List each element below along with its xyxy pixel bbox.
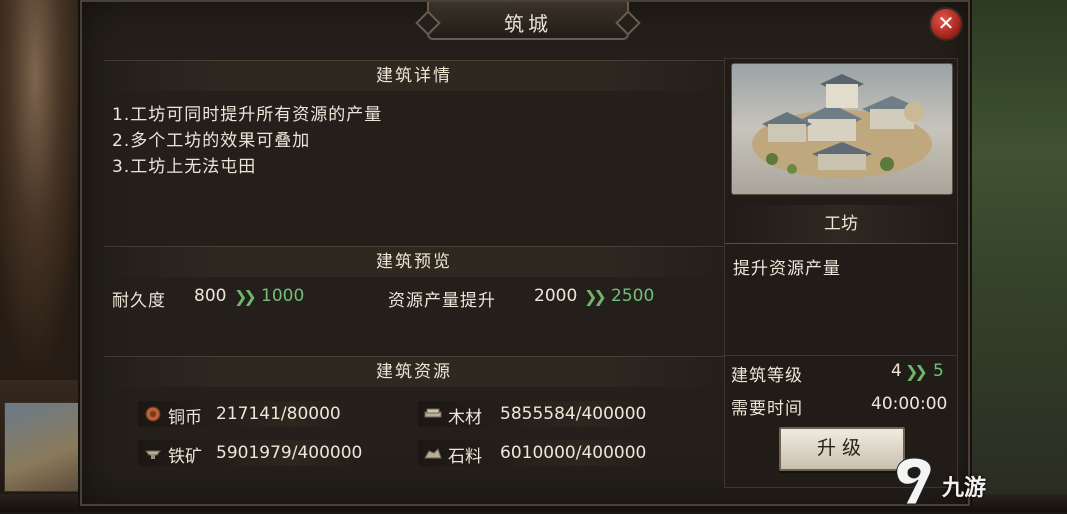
resource-copper: 铜币 217141/80000: [138, 401, 360, 428]
building-panel: 工坊 提升资源产量 建筑等级 4 ❯❯ 5 需要时间 40:00:00 升级: [724, 58, 958, 488]
durability-current: 800: [194, 286, 227, 306]
detail-line-1: 1.工坊可同时提升所有资源的产量: [112, 105, 383, 125]
building-description: 提升资源产量: [733, 259, 841, 279]
resource-wood: 木材 5855584/400000: [418, 401, 654, 428]
level-next: 5: [933, 361, 944, 381]
resource-wood-label: 木材: [448, 408, 482, 428]
character-portrait: [0, 0, 88, 380]
durability-label: 耐久度: [112, 291, 166, 311]
resource-stone-label: 石料: [448, 447, 482, 467]
arrow-tower-tile[interactable]: [4, 402, 84, 492]
production-arrow-icon: ❯❯: [584, 287, 607, 306]
level-label: 建筑等级: [731, 366, 803, 386]
resource-stone-value: 6010000/400000: [500, 443, 647, 463]
background-scene-right: [957, 0, 1067, 512]
building-name: 工坊: [725, 205, 957, 244]
copper-coin-icon: [144, 406, 162, 422]
resource-iron: 铁矿 5901979/400000: [138, 440, 363, 467]
watermark-text: 九游: [942, 476, 987, 501]
resource-stone: 石料 6010000/400000: [418, 440, 654, 467]
preview-heading: 建筑预览: [104, 246, 724, 277]
resource-wood-value: 5855584/400000: [500, 404, 647, 424]
production-label: 资源产量提升: [388, 291, 496, 311]
fortify-dialog: 筑城 ✕ 建筑详情 1.工坊可同时提升所有资源的产量 2.多个工坊的效果可叠加 …: [80, 0, 970, 506]
details-heading: 建筑详情: [104, 60, 724, 91]
stone-icon: [424, 445, 442, 461]
resource-iron-value: 5901979/400000: [216, 443, 363, 463]
resources-heading: 建筑资源: [104, 356, 724, 387]
wood-icon: [424, 406, 442, 422]
jiuyou-logo-icon: [888, 452, 940, 510]
detail-line-2: 2.多个工坊的效果可叠加: [112, 131, 311, 151]
upgrade-button[interactable]: 升级: [779, 427, 905, 471]
divider: [725, 355, 957, 356]
time-label: 需要时间: [731, 399, 803, 419]
close-icon: ✕: [937, 11, 955, 35]
left-panel: 建筑详情 1.工坊可同时提升所有资源的产量 2.多个工坊的效果可叠加 3.工坊上…: [104, 58, 724, 488]
resource-copper-value: 217141/80000: [216, 404, 341, 424]
durability-next: 1000: [261, 286, 305, 306]
resource-copper-label: 铜币: [168, 408, 202, 428]
title-frame: 筑城: [427, 2, 629, 40]
time-value: 40:00:00: [871, 394, 948, 414]
workshop-image: [731, 63, 953, 195]
durability-arrow-icon: ❯❯: [234, 287, 257, 306]
close-button[interactable]: ✕: [929, 7, 963, 41]
production-next: 2500: [611, 286, 655, 306]
production-current: 2000: [534, 286, 578, 306]
dialog-title: 筑城: [504, 12, 552, 36]
iron-ore-icon: [144, 445, 162, 461]
level-current: 4: [891, 361, 902, 381]
level-arrow-icon: ❯❯: [905, 362, 928, 381]
detail-line-3: 3.工坊上无法屯田: [112, 157, 257, 177]
resource-iron-label: 铁矿: [168, 447, 202, 467]
